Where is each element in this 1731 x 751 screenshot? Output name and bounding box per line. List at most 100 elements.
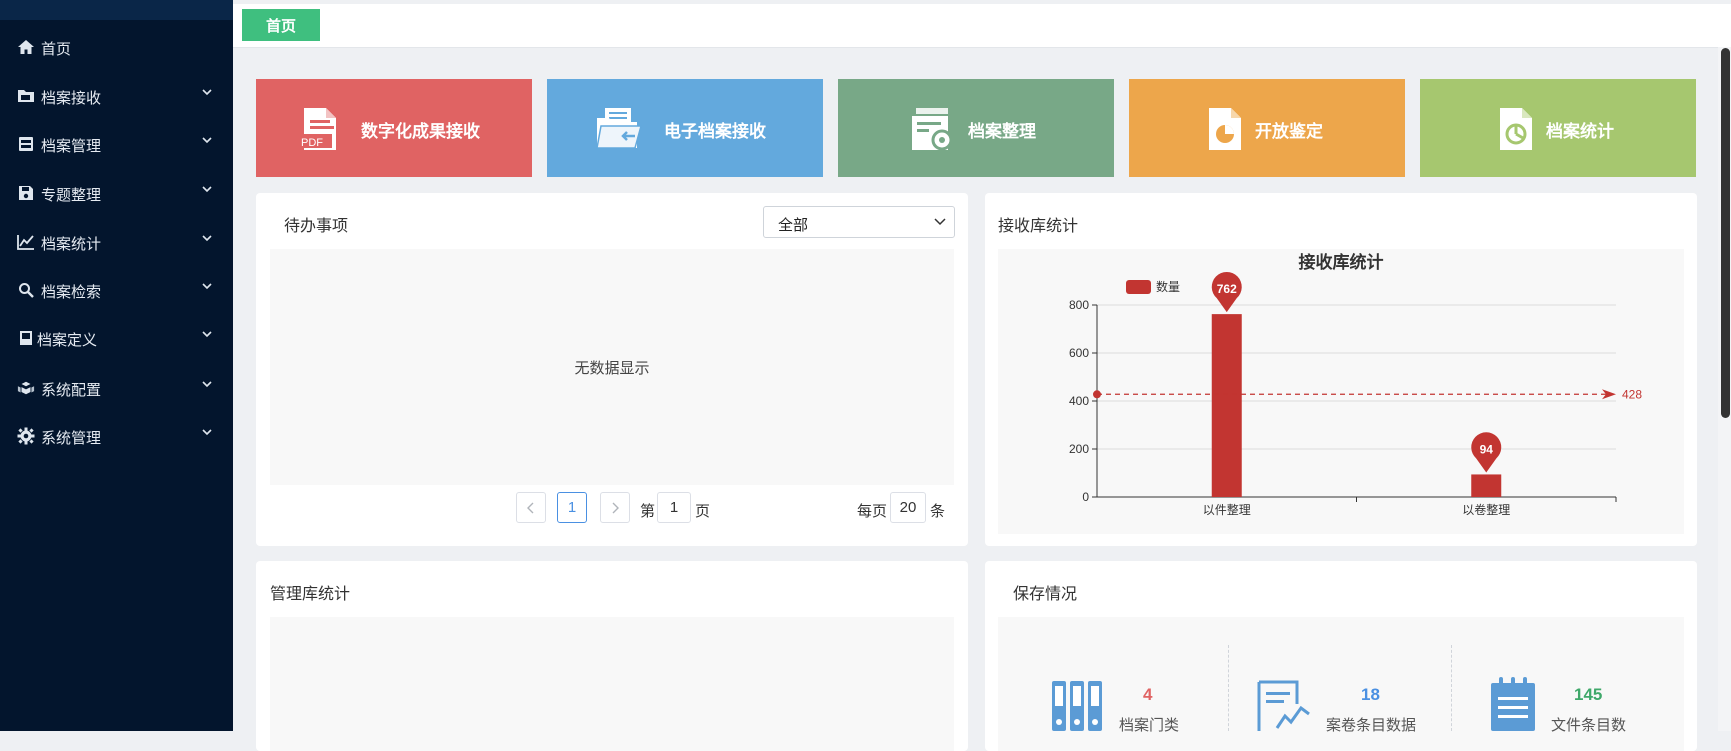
y-tick-label: 400: [1069, 394, 1089, 408]
pie-file-icon: [1209, 108, 1241, 150]
chevron-right-icon: [612, 502, 619, 513]
y-tick-label: 800: [1069, 298, 1089, 312]
manage-stats-panel: 管理库统计: [256, 561, 968, 751]
todo-panel: 待办事项 全部 无数据显示 1 第 1 页 每页 20 条: [256, 193, 968, 546]
gear-icon: [17, 427, 35, 445]
tile-digitization-receive[interactable]: PDF 数字化成果接收: [256, 79, 532, 177]
prev-page-button[interactable]: [516, 492, 546, 523]
page-number-button[interactable]: 1: [557, 492, 587, 523]
y-tick-label: 200: [1069, 442, 1089, 456]
sidebar-item-topic[interactable]: 专题整理: [0, 173, 233, 213]
empty-message: 无数据显示: [574, 360, 650, 377]
home-icon: [17, 38, 35, 56]
chevron-down-icon: [202, 429, 212, 436]
sidebar-item-archive-manage[interactable]: 档案管理: [0, 124, 233, 164]
panel-title: 接收库统计: [998, 218, 1079, 235]
chevron-down-icon: [202, 283, 212, 290]
stat-label: 档案门类: [1119, 717, 1180, 734]
bar: [1471, 474, 1502, 497]
pdf-file-icon: PDF: [298, 108, 336, 150]
folder-import-icon: [596, 108, 642, 149]
tile-electronic-receive[interactable]: 电子档案接收: [547, 79, 823, 177]
next-page-button[interactable]: [600, 492, 630, 523]
sidebar-item-label: 系统管理: [41, 430, 102, 447]
sidebar-item-system-manage[interactable]: 系统管理: [0, 416, 233, 456]
chevron-down-icon: [202, 89, 212, 96]
page-prefix: 第: [640, 503, 656, 520]
tab-bar: 首页: [233, 0, 1731, 48]
stat-value: 18: [1361, 685, 1380, 704]
archive-settings-icon: [912, 108, 953, 151]
todo-list-empty: 无数据显示: [270, 249, 954, 485]
receive-stats-chart: 接收库统计数量 0 200 400 600 800 以件整理 762 以卷整理 94 428: [1069, 252, 1642, 517]
divider: [1228, 645, 1229, 731]
chevron-down-icon: [202, 331, 212, 338]
page-jump-input[interactable]: 1: [657, 492, 691, 523]
search-icon: [17, 281, 35, 299]
tile-archive-statistics[interactable]: 档案统计: [1420, 79, 1696, 177]
sidebar-item-home[interactable]: 首页: [0, 27, 233, 67]
tab-home[interactable]: 首页: [242, 9, 320, 41]
panel-title: 保存情况: [1013, 586, 1078, 603]
sidebar-item-search[interactable]: 档案检索: [0, 270, 233, 310]
chart-area: 接收库统计 数量 0 200 400 600 800 以件整理 762 以卷整理 94 428: [998, 249, 1684, 534]
todo-filter-select[interactable]: 全部: [763, 206, 955, 238]
stat-value: 145: [1574, 685, 1603, 704]
mark-line-label: 428: [1622, 387, 1642, 401]
y-tick-label: 0: [1082, 490, 1089, 504]
save-icon: [17, 184, 35, 202]
chevron-down-icon: [934, 218, 946, 226]
binders-icon: [1052, 681, 1102, 731]
page-suffix: 页: [695, 503, 711, 520]
panel-title: 待办事项: [284, 218, 349, 235]
mark-point-label: 762: [1217, 282, 1237, 296]
cabinet-icon: [17, 135, 35, 153]
sidebar-item-label: 档案管理: [41, 138, 102, 155]
bar: [1211, 314, 1242, 497]
sidebar-item-label: 首页: [41, 41, 72, 58]
sidebar-item-archive-receive[interactable]: 档案接收: [0, 76, 233, 116]
sidebar-item-label: 档案统计: [41, 236, 102, 253]
sidebar-item-label: 档案接收: [41, 90, 102, 107]
sidebar: 首页 档案接收 档案管理 专题整理 档案统计 档案检索 档案定义 系统配置 系统…: [0, 0, 233, 731]
chevron-down-icon: [202, 137, 212, 144]
line-chart-icon: [17, 233, 35, 251]
tile-label: 档案整理: [968, 122, 1036, 141]
sidebar-item-label: 系统配置: [41, 382, 102, 399]
x-tick-label: 以件整理: [1203, 502, 1251, 517]
folder-icon: [17, 87, 35, 105]
legend-swatch: [1126, 280, 1151, 294]
chevron-down-icon: [202, 381, 212, 388]
notepad-icon: [1491, 677, 1535, 731]
x-tick-label: 以卷整理: [1462, 502, 1510, 517]
select-value: 全部: [778, 217, 809, 234]
sidebar-item-system-config[interactable]: 系统配置: [0, 368, 233, 408]
tile-label: 电子档案接收: [664, 122, 766, 141]
cubes-icon: [17, 379, 35, 397]
y-tick-label: 600: [1069, 346, 1089, 360]
mark-point-label: 94: [1480, 442, 1494, 456]
scrollbar-thumb[interactable]: [1721, 48, 1730, 418]
tile-label: 数字化成果接收: [361, 122, 480, 141]
receive-stats-panel: 接收库统计 接收库统计 数量 0 200 400 600 800 以件整理 762 以卷整理 94 4…: [985, 193, 1697, 546]
svg-text:PDF: PDF: [301, 137, 323, 149]
chart-title: 接收库统计: [1299, 252, 1384, 272]
tile-label: 开放鉴定: [1255, 122, 1323, 141]
sidebar-item-statistics[interactable]: 档案统计: [0, 222, 233, 262]
tile-open-appraisal[interactable]: 开放鉴定: [1129, 79, 1405, 177]
sidebar-item-label: 专题整理: [41, 187, 102, 204]
sidebar-header: [0, 0, 233, 20]
top-divider: [233, 0, 1731, 4]
chart-file-icon: [1500, 108, 1532, 150]
divider: [1451, 645, 1452, 731]
chevron-down-icon: [202, 186, 212, 193]
per-page-input[interactable]: 20: [890, 492, 926, 523]
tile-label: 档案统计: [1546, 122, 1614, 141]
sidebar-item-label: 档案定义: [37, 332, 98, 349]
sidebar-item-definition[interactable]: 档案定义: [0, 318, 233, 358]
document-chart-icon: [1257, 680, 1310, 731]
chevron-left-icon: [527, 502, 534, 513]
tile-archive-organize[interactable]: 档案整理: [838, 79, 1114, 177]
form-icon: [17, 329, 35, 347]
chevron-down-icon: [202, 235, 212, 242]
